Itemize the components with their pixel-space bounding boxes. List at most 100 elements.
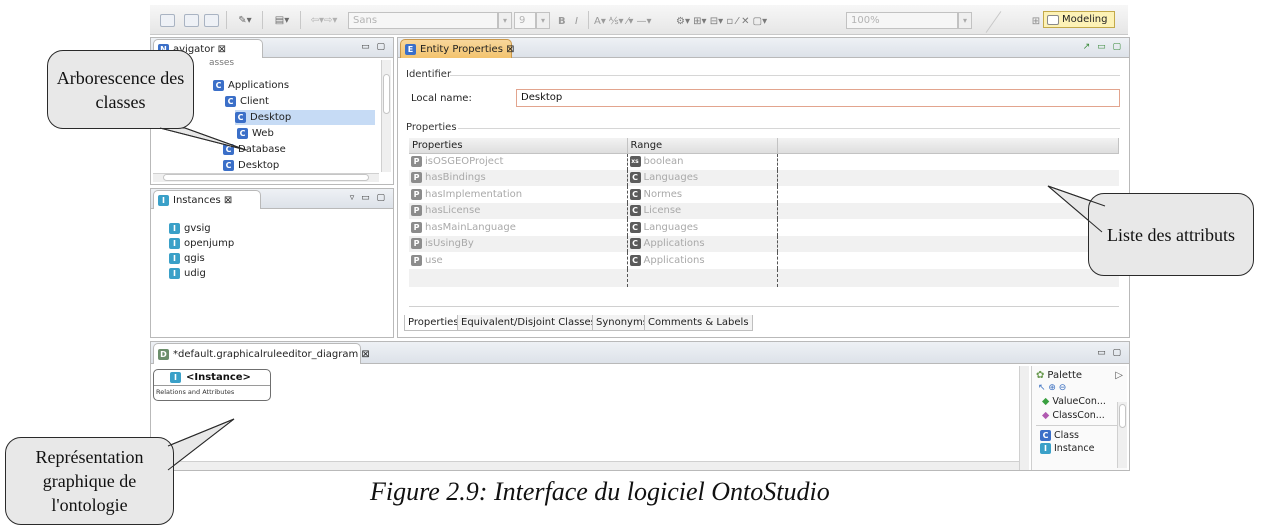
font-family-dropdown[interactable]: ▾ — [498, 12, 512, 29]
tab-diagram[interactable]: D *default.graphicalruleeditor_diagram ⊠ — [153, 343, 370, 364]
tree-item-web[interactable]: C Web — [237, 126, 274, 141]
tab-entity-properties[interactable]: E Entity Properties ⊠ — [400, 39, 514, 58]
tree-item-client[interactable]: C Client — [225, 94, 269, 109]
diagram-window-controls[interactable]: ▭ ▢ — [1097, 348, 1123, 358]
subtab-comments-labels[interactable]: Comments & Labels — [644, 315, 753, 331]
palette-tools-icons[interactable]: ↖ ⊕ ⊖ — [1032, 383, 1127, 393]
connector-icon: ◆ — [1042, 396, 1050, 407]
entity-window-controls[interactable]: ↗ ▭ ▢ — [1083, 42, 1123, 52]
property-icon: P — [411, 221, 422, 233]
property-name: hasMainLanguage — [425, 221, 516, 233]
table-row[interactable]: Puse C Applications — [409, 252, 1119, 269]
class-icon: C — [629, 188, 641, 200]
class-icon: C — [629, 172, 641, 184]
range-name: Applications — [643, 254, 705, 266]
entity-icon: E — [405, 43, 416, 55]
table-row[interactable]: PisOSGEOProject xs boolean — [409, 153, 1119, 170]
property-icon: P — [411, 172, 422, 184]
font-size-dropdown[interactable]: ▾ — [536, 12, 550, 29]
table-row[interactable]: PhasLicense C License — [409, 202, 1119, 219]
callout-class-tree: Arborescence des classes — [47, 50, 194, 129]
local-name-input[interactable]: Desktop — [516, 89, 1120, 107]
zoom-dropdown[interactable]: ▾ — [958, 12, 972, 29]
local-name-label: Local name: — [411, 93, 472, 104]
table-row[interactable]: PisUsingBy C Applications — [409, 235, 1119, 252]
range-name: Applications — [643, 238, 705, 250]
property-icon: P — [411, 238, 422, 250]
clipboard-icon[interactable]: ▤▾ — [270, 11, 294, 29]
range-name: License — [643, 205, 682, 217]
table-row[interactable]: PhasMainLanguage C Languages — [409, 219, 1119, 236]
property-icon: P — [411, 205, 422, 217]
tree-item-desktop-selected[interactable]: C Desktop — [235, 110, 375, 125]
diagram-horizontal-scrollbar[interactable] — [153, 461, 1019, 470]
column-header-properties[interactable]: Properties — [409, 138, 628, 154]
palette-item-valuecon[interactable]: ◆ ValueCon... — [1032, 393, 1127, 407]
instance-node[interactable]: I <Instance> Relations and Attributes — [153, 369, 271, 401]
column-header-range[interactable]: Range — [627, 138, 778, 154]
tree-item-applications[interactable]: C Applications — [213, 78, 289, 93]
diagram-tab-label: *default.graphicalruleeditor_diagram ⊠ — [173, 348, 370, 360]
figure-caption: Figure 2.9: Interface du logiciel OntoSt… — [370, 477, 830, 506]
tree-root-label[interactable]: asses — [209, 58, 234, 68]
subtab-equivalent-disjoint[interactable]: Equivalent/Disjoint Classes — [457, 315, 600, 331]
text-style-icons[interactable]: A▾ ⅍▾ ⁄▾ —▾ — [594, 16, 652, 27]
save-icon[interactable] — [182, 11, 200, 29]
callout-attributes-list: Liste des attributs — [1088, 193, 1254, 276]
instance-item[interactable]: Iopenjump — [169, 236, 234, 251]
subtab-synonyms[interactable]: Synonyms — [592, 315, 652, 331]
range-name: Normes — [643, 188, 683, 200]
perspective-label: Modeling — [1062, 14, 1108, 25]
table-row-empty — [409, 268, 1119, 287]
range-name: Languages — [643, 172, 699, 184]
navigator-vertical-scrollbar[interactable] — [381, 60, 391, 172]
instances-window-controls[interactable]: ▿ ▭ ▢ — [350, 193, 387, 203]
class-icon: C — [629, 221, 641, 233]
instance-icon: I — [1040, 443, 1051, 454]
class-icon: C — [213, 80, 224, 91]
palette-collapse-icon[interactable]: ▷ — [1115, 370, 1123, 381]
nav-arrows-icon[interactable]: ⇦▾⇨▾ — [306, 11, 342, 29]
instance-icon: I — [169, 223, 180, 234]
table-row[interactable]: PhasBindings C Languages — [409, 169, 1119, 186]
diagram-vertical-scrollbar[interactable] — [1019, 366, 1029, 470]
entity-properties-tabbar: E Entity Properties ⊠ ↗ ▭ ▢ — [398, 38, 1129, 58]
italic-button[interactable]: I — [575, 16, 578, 27]
palette-item-class[interactable]: C Class — [1032, 428, 1127, 441]
bold-button[interactable]: B — [558, 16, 566, 27]
instances-tabbar: I Instances ⊠ ▿ ▭ ▢ — [151, 189, 393, 209]
zoom-field[interactable]: 100% — [846, 12, 958, 29]
identifier-section-label: Identifier — [406, 69, 452, 80]
palette-divider — [1036, 425, 1123, 426]
open-perspective-icon[interactable]: ⊞ — [1029, 12, 1043, 30]
layout-icons[interactable]: ⚙▾ ⊞▾ ⊟▾ ▫ ⁄ ✕ ▢▾ — [676, 16, 767, 27]
subtab-properties[interactable]: Properties — [404, 315, 463, 331]
instance-item[interactable]: Iudig — [169, 266, 206, 281]
new-icon[interactable] — [158, 11, 176, 29]
class-icon: C — [235, 112, 246, 123]
print-icon[interactable] — [202, 11, 220, 29]
property-name: hasImplementation — [425, 188, 523, 200]
table-row[interactable]: PhasImplementation C Normes — [409, 186, 1119, 203]
pencil-icon[interactable]: ✎▾ — [234, 11, 256, 29]
navigator-horizontal-scrollbar[interactable] — [153, 173, 379, 182]
instance-item[interactable]: Iqgis — [169, 251, 205, 266]
instance-item[interactable]: Igvsig — [169, 221, 211, 236]
palette-item-classcon[interactable]: ◆ ClassCon... — [1032, 407, 1127, 421]
tree-item-desktop[interactable]: C Desktop — [223, 158, 279, 173]
perspective-switcher[interactable]: Modeling — [1043, 11, 1115, 28]
property-name: isUsingBy — [425, 238, 474, 250]
palette-item-instance[interactable]: I Instance — [1032, 441, 1127, 454]
table-bottom-border — [409, 306, 1119, 307]
property-icon: P — [411, 254, 422, 266]
class-icon: C — [629, 254, 641, 266]
palette-scrollbar[interactable] — [1117, 402, 1127, 468]
tree-item-database[interactable]: C Database — [223, 142, 286, 157]
font-family-field[interactable]: Sans — [348, 12, 498, 29]
tab-instances[interactable]: I Instances ⊠ — [153, 190, 261, 209]
font-size-field[interactable]: 9 — [514, 12, 536, 29]
connector-icon: ◆ — [1042, 410, 1050, 421]
class-icon: C — [223, 160, 234, 171]
navigator-window-controls[interactable]: ▭ ▢ — [361, 42, 387, 52]
diagram-tabbar: D *default.graphicalruleeditor_diagram ⊠… — [151, 342, 1129, 364]
